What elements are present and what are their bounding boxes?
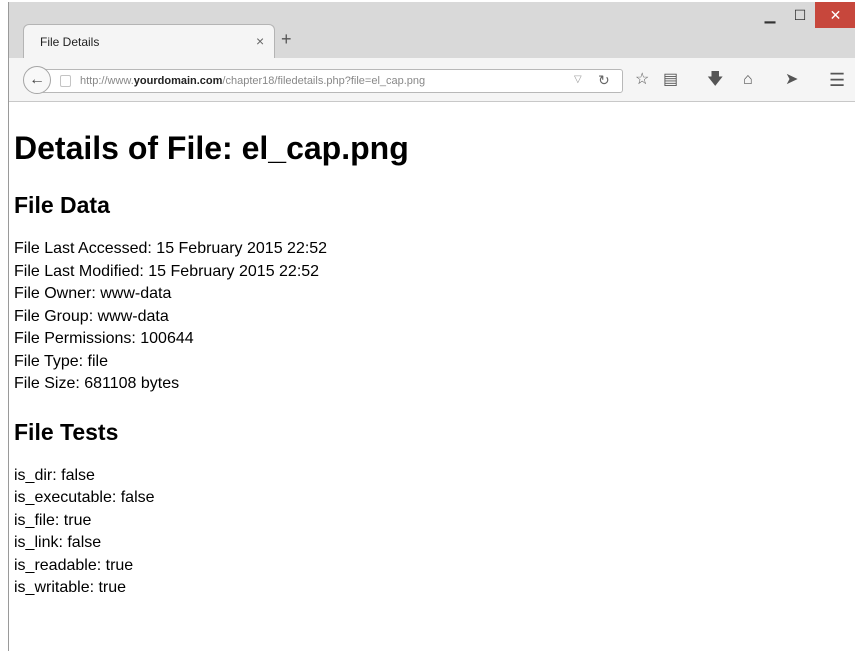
title-bar: File Details × + ▁ ☐ ✕ [9,2,855,58]
page-title: Details of File: el_cap.png [14,130,409,166]
download-icon[interactable]: 🡇 [707,70,723,90]
file-test-line: is_executable: false [14,489,155,506]
file-test-line: is_dir: false [14,466,95,484]
home-icon[interactable]: ⌂ [743,70,753,90]
file-data-line: File Last Modified: 15 February 2015 22:… [14,262,320,280]
reading-list-icon[interactable]: ▤ [663,70,678,90]
url-dropdown-icon[interactable]: ▽ [574,74,582,85]
menu-icon[interactable]: ☰ [829,70,845,90]
file-data-line: File Permissions: 100644 [14,330,194,347]
address-bar[interactable]: http://www.yourdomain.com/chapter18/file… [43,69,623,93]
file-data-line: File Type: file [14,352,108,370]
tab-close-icon[interactable]: × [256,33,264,49]
navigation-toolbar: ← http://www.yourdomain.com/chapter18/fi… [9,58,855,102]
tab-title: File Details [40,35,100,49]
back-button[interactable]: ← [23,66,51,94]
close-window-button[interactable]: ✕ [815,2,855,28]
maximize-button[interactable]: ☐ [785,2,815,28]
file-tests-list: is_dir: false is_executable: false is_fi… [14,465,409,600]
file-test-line: is_link: false [14,534,102,551]
file-tests-heading: File Tests [14,418,119,445]
file-test-line: is_file: true [14,511,92,529]
new-tab-icon[interactable]: + [281,30,292,48]
file-data-line: File Last Accessed: 15 February 2015 22:… [14,240,328,257]
star-icon[interactable]: ☆ [635,70,649,90]
file-data-list: File Last Accessed: 15 February 2015 22:… [14,238,409,396]
back-arrow-icon: ← [29,71,45,88]
file-data-line: File Owner: www-data [14,285,172,302]
send-icon[interactable]: ➤ [785,70,798,90]
file-data-line: File Size: 681108 bytes [14,375,180,392]
site-icon [60,75,71,87]
file-data-line: File Group: www-data [14,307,169,325]
page-content: Details of File: el_cap.png File Data Fi… [14,130,409,600]
url-text[interactable]: http://www.yourdomain.com/chapter18/file… [80,75,425,87]
file-data-heading: File Data [14,192,110,218]
minimize-button[interactable]: ▁ [755,2,785,28]
reload-icon[interactable]: ↻ [598,72,610,89]
tab-file-details[interactable]: File Details × [23,24,275,58]
file-test-line: is_writable: true [14,579,127,596]
file-test-line: is_readable: true [14,556,134,574]
